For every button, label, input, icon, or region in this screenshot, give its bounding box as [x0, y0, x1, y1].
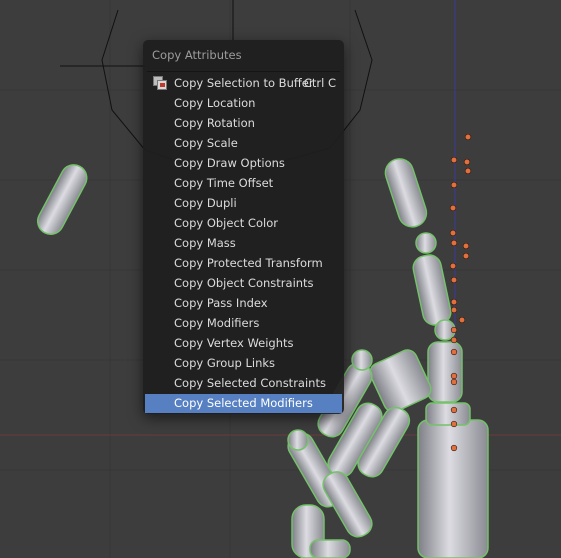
- menu-item-copy-selected-constraints[interactable]: Copy Selected Constraints: [145, 374, 342, 393]
- menu-item-label: Copy Draw Options: [174, 156, 285, 170]
- menu-item-copy-object-constraints[interactable]: Copy Object Constraints: [145, 274, 342, 293]
- menu-item-label: Copy Group Links: [174, 356, 276, 370]
- menu-item-label: Copy Rotation: [174, 116, 255, 130]
- menu-title-separator: [147, 71, 340, 72]
- menu-item-label: Copy Selected Modifiers: [174, 396, 313, 410]
- mesh-piece-left[interactable]: [33, 160, 91, 238]
- menu-item-copy-protected-transform[interactable]: Copy Protected Transform: [145, 254, 342, 273]
- menu-item-copy-pass-index[interactable]: Copy Pass Index: [145, 294, 342, 313]
- menu-item-copy-dupli[interactable]: Copy Dupli: [145, 194, 342, 213]
- menu-item-copy-object-color[interactable]: Copy Object Color: [145, 214, 342, 233]
- menu-item-copy-location[interactable]: Copy Location: [145, 94, 342, 113]
- copy-attributes-menu: Copy Attributes Copy Selection to Buffer…: [143, 40, 344, 414]
- menu-item-shortcut: Ctrl C: [303, 76, 336, 90]
- menu-item-label: Copy Vertex Weights: [174, 336, 294, 350]
- menu-item-copy-mass[interactable]: Copy Mass: [145, 234, 342, 253]
- menu-item-label: Copy Object Color: [174, 216, 278, 230]
- menu-item-copy-draw-options[interactable]: Copy Draw Options: [145, 154, 342, 173]
- menu-item-copy-selection-to-buffer[interactable]: Copy Selection to Buffer Ctrl C: [145, 74, 342, 93]
- menu-item-label: Copy Pass Index: [174, 296, 268, 310]
- menu-item-copy-time-offset[interactable]: Copy Time Offset: [145, 174, 342, 193]
- menu-item-label: Copy Dupli: [174, 196, 237, 210]
- menu-item-copy-rotation[interactable]: Copy Rotation: [145, 114, 342, 133]
- menu-item-copy-modifiers[interactable]: Copy Modifiers: [145, 314, 342, 333]
- menu-item-label: Copy Modifiers: [174, 316, 260, 330]
- menu-item-copy-vertex-weights[interactable]: Copy Vertex Weights: [145, 334, 342, 353]
- menu-item-label: Copy Location: [174, 96, 256, 110]
- menu-item-copy-scale[interactable]: Copy Scale: [145, 134, 342, 153]
- menu-item-label: Copy Object Constraints: [174, 276, 314, 290]
- menu-item-label: Copy Mass: [174, 236, 236, 250]
- menu-item-label: Copy Selection to Buffer: [174, 76, 314, 90]
- menu-item-label: Copy Protected Transform: [174, 256, 323, 270]
- menu-item-label: Copy Scale: [174, 136, 238, 150]
- menu-item-label: Copy Time Offset: [174, 176, 274, 190]
- menu-item-copy-selected-modifiers[interactable]: Copy Selected Modifiers: [145, 394, 342, 413]
- menu-item-copy-group-links[interactable]: Copy Group Links: [145, 354, 342, 373]
- copy-buffer-icon: [153, 76, 167, 90]
- menu-item-label: Copy Selected Constraints: [174, 376, 326, 390]
- menu-title: Copy Attributes: [152, 48, 242, 62]
